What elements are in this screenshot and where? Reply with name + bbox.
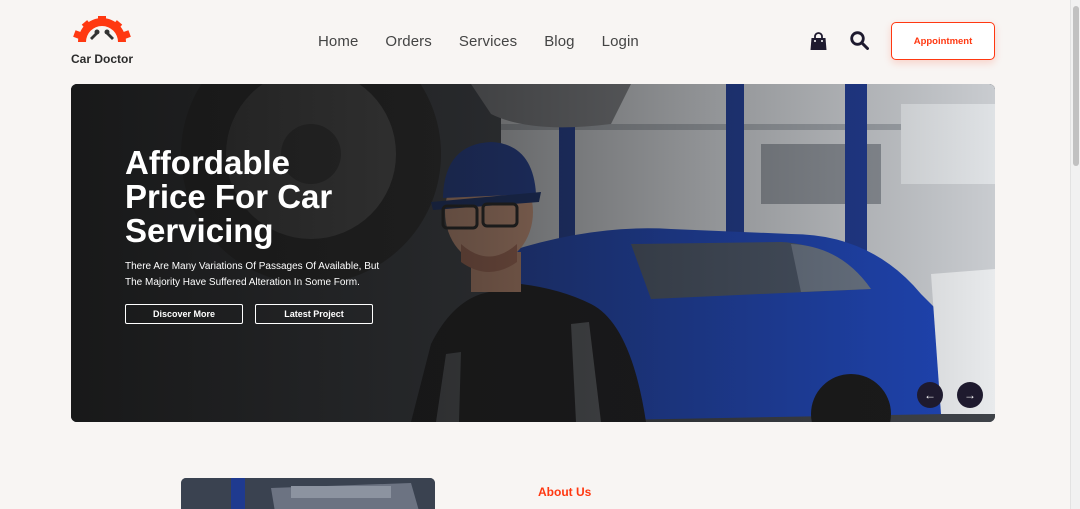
page-scrollbar[interactable]	[1070, 0, 1080, 509]
carousel-prev-button[interactable]: ←	[917, 382, 943, 408]
brand-logo[interactable]: Car Doctor	[70, 16, 134, 66]
nav-blog[interactable]: Blog	[544, 33, 574, 50]
nav-login[interactable]: Login	[602, 33, 639, 50]
site-header: Car Doctor Home Orders Services Blog Log…	[0, 0, 1070, 84]
arrow-right-icon: →	[964, 388, 976, 402]
shopping-bag-icon[interactable]	[810, 32, 827, 56]
carousel-next-button[interactable]: →	[957, 382, 983, 408]
nav-home[interactable]: Home	[318, 33, 358, 50]
appointment-button[interactable]: Appointment	[891, 22, 995, 60]
arrow-left-icon: ←	[924, 388, 936, 402]
hero-title: Affordable Price For Car Servicing	[125, 144, 333, 249]
scrollbar-thumb[interactable]	[1073, 6, 1079, 166]
latest-project-button[interactable]: Latest Project	[255, 304, 373, 324]
hero-banner: Affordable Price For Car Servicing There…	[71, 84, 995, 422]
main-nav: Home Orders Services Blog Login	[318, 33, 666, 50]
nav-services[interactable]: Services	[459, 33, 517, 50]
hero-buttons: Discover More Latest Project	[125, 304, 425, 324]
hero-content: Affordable Price For Car Servicing There…	[125, 146, 425, 324]
brand-name: Car Doctor	[71, 52, 134, 66]
hero-description: There Are Many Variations Of Passages Of…	[125, 261, 380, 288]
about-image	[181, 478, 435, 509]
search-icon[interactable]	[850, 31, 869, 55]
discover-more-button[interactable]: Discover More	[125, 304, 243, 324]
about-us-label: About Us	[538, 485, 592, 499]
nav-orders[interactable]: Orders	[385, 33, 431, 50]
gear-logo-icon	[73, 16, 131, 42]
